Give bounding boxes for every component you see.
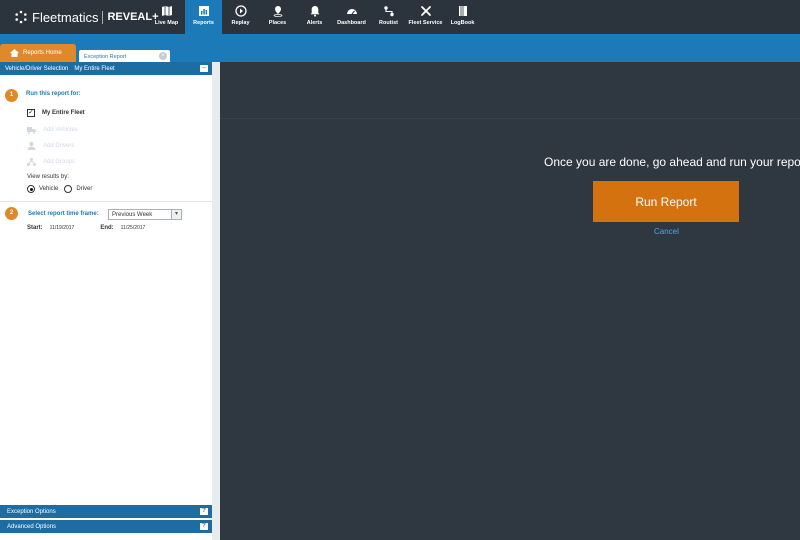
nav-replay[interactable]: Replay	[222, 0, 259, 34]
fleetmatics-logo[interactable]: Fleetmatics REVEAL+	[14, 9, 159, 25]
end-date[interactable]: 11/25/2017	[121, 225, 146, 231]
nav-label: Alerts	[306, 20, 323, 26]
panel-scroll-edge	[212, 62, 220, 540]
help-icon[interactable]: ?	[200, 523, 208, 530]
bell-icon	[310, 6, 319, 17]
tab-label: Reports Home	[23, 50, 62, 56]
nav-label: Reports	[193, 20, 214, 26]
report-icon	[198, 6, 209, 16]
exception-options-label: Exception Options	[7, 508, 56, 515]
left-panel: Vehicle/Driver Selection My Entire Fleet…	[0, 62, 212, 540]
person-icon	[27, 142, 36, 150]
nav-label: Routist	[379, 20, 398, 26]
map-icon	[161, 6, 172, 16]
nav-label: Fleet Service	[408, 20, 443, 26]
driver-radio[interactable]	[64, 185, 73, 193]
advanced-options-label: Advanced Options	[7, 523, 57, 530]
advanced-options-bar[interactable]: Advanced Options ?	[0, 520, 212, 533]
cancel-link[interactable]: Cancel	[654, 227, 679, 236]
nav-live-map[interactable]: Live Map	[148, 0, 185, 34]
date-range: Start: 11/19/2017 End: 11/25/2017	[27, 225, 145, 231]
run-prompt: Once you are done, go ahead and run your…	[544, 155, 800, 169]
vehicle-radio-label: Vehicle	[39, 186, 59, 192]
selection-header[interactable]: Vehicle/Driver Selection My Entire Fleet…	[0, 62, 212, 75]
tab-label: Exception Report	[84, 53, 127, 60]
add-vehicles-link[interactable]: Add Vehicles	[27, 126, 78, 134]
brand-name: Fleetmatics	[32, 9, 99, 25]
selection-value: My Entire Fleet	[74, 65, 115, 72]
timeframe-dropdown[interactable]: Previous Week ▾	[108, 209, 182, 220]
nav-label: Live Map	[154, 20, 179, 26]
fleet-label: My Entire Fleet	[42, 110, 85, 116]
top-nav-bar: Fleetmatics REVEAL+ Live Map Reports Rep…	[0, 0, 800, 34]
chevron-down-icon[interactable]: ▾	[171, 210, 181, 219]
vehicle-radio[interactable]	[27, 185, 35, 193]
help-icon[interactable]: ?	[200, 508, 208, 515]
driver-radio-label: Driver	[76, 186, 93, 192]
nav-label: LogBook	[450, 20, 475, 26]
logo-mark-icon	[15, 10, 27, 24]
checkbox-checked-icon[interactable]: ✓	[27, 109, 35, 117]
main-nav: Live Map Reports Replay Places Alerts Da…	[148, 0, 481, 34]
nav-label: Dashboard	[337, 20, 366, 26]
add-drivers-label: Add Drivers	[43, 143, 75, 149]
nav-routist[interactable]: Routist	[370, 0, 407, 34]
nav-alerts[interactable]: Alerts	[296, 0, 333, 34]
route-icon	[383, 6, 394, 17]
run-report-button[interactable]: Run Report	[593, 181, 739, 222]
timeframe-value: Previous Week	[112, 211, 153, 218]
groups-icon	[27, 158, 36, 166]
add-groups-link[interactable]: Add Groups	[27, 158, 75, 166]
nav-label: Places	[268, 20, 287, 26]
step-1-title: Run this report for:	[26, 91, 81, 97]
nav-fleet-service[interactable]: Fleet Service	[407, 0, 444, 34]
nav-logbook[interactable]: LogBook	[444, 0, 481, 34]
add-groups-label: Add Groups	[43, 159, 76, 165]
selection-label: Vehicle/Driver Selection	[5, 65, 69, 72]
step-1-badge: 1	[5, 89, 18, 102]
nav-reports[interactable]: Reports	[185, 0, 222, 34]
section-divider	[0, 201, 212, 202]
nav-dashboard[interactable]: Dashboard	[333, 0, 370, 34]
truck-icon	[27, 127, 36, 134]
step-2-badge: 2	[5, 207, 18, 220]
add-vehicles-label: Add Vehicles	[43, 127, 78, 133]
tab-reports-home[interactable]: Reports Home	[0, 44, 76, 62]
view-results-options: Vehicle Driver	[27, 185, 92, 193]
my-entire-fleet-checkbox-row[interactable]: ✓ My Entire Fleet	[27, 109, 85, 117]
logbook-icon	[458, 6, 467, 16]
dashboard-icon	[346, 9, 357, 15]
add-drivers-link[interactable]: Add Drivers	[27, 142, 74, 150]
start-label: Start:	[27, 225, 43, 231]
view-results-label: View results by:	[27, 174, 69, 180]
logo-divider	[102, 10, 104, 24]
close-tab-icon[interactable]: ×	[159, 52, 167, 60]
places-icon	[273, 6, 282, 17]
start-date[interactable]: 11/19/2017	[50, 225, 75, 231]
nav-label: Replay	[231, 20, 250, 26]
end-label: End:	[100, 225, 114, 231]
replay-icon	[234, 5, 247, 17]
step-2-title: Select report time frame:	[28, 211, 99, 217]
home-icon	[10, 49, 19, 57]
wrench-icon	[420, 6, 431, 16]
main-divider	[220, 118, 800, 119]
nav-places[interactable]: Places	[259, 0, 296, 34]
exception-options-bar[interactable]: Exception Options ?	[0, 505, 212, 518]
collapse-icon[interactable]: –	[200, 65, 208, 72]
